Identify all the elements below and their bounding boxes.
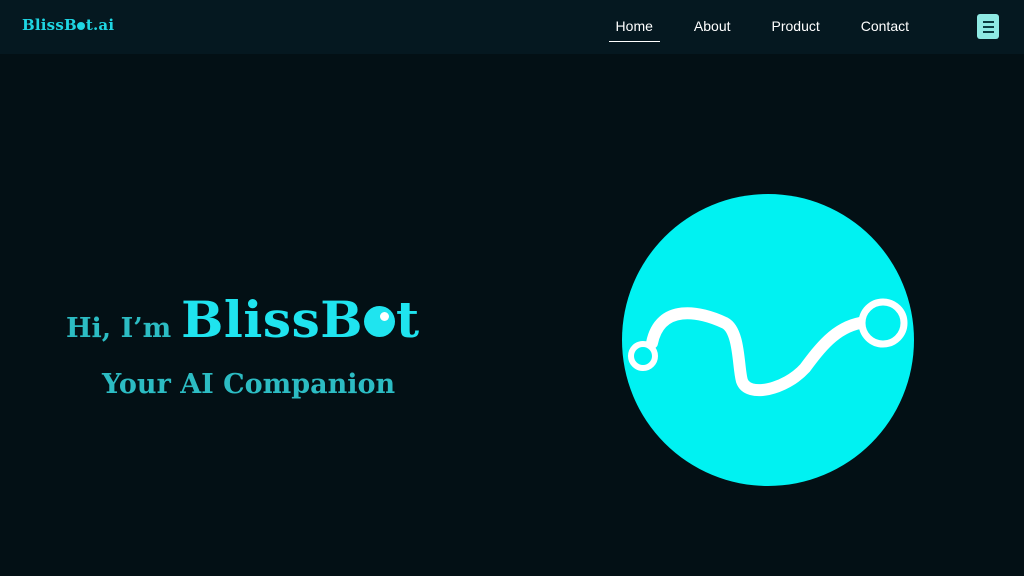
main-nav: Home About Product Contact: [608, 17, 916, 42]
nav-contact[interactable]: Contact: [854, 17, 916, 42]
navbar: BlissB t.ai Home About Product Contact: [0, 0, 1024, 54]
tagline: Your AI Companion: [102, 369, 396, 400]
hamburger-icon: [982, 20, 994, 23]
wave-start-node: [628, 341, 658, 371]
brand-name-end: t: [395, 290, 420, 349]
brand-name: BlissB t: [181, 290, 419, 349]
greeting: Hi, I’m: [66, 313, 172, 344]
hamburger-icon-line: [982, 30, 994, 33]
wave-end-node: [858, 298, 908, 348]
wave-circle-svg: [622, 194, 914, 486]
nav-about[interactable]: About: [687, 17, 738, 42]
brand-name-start: BlissB: [181, 290, 363, 349]
logo-text-end: t.ai: [85, 16, 115, 34]
hero-heading: Hi, I’m BlissB t: [66, 290, 446, 349]
nav-home[interactable]: Home: [608, 17, 660, 42]
menu-button[interactable]: [977, 14, 999, 39]
nav-product[interactable]: Product: [765, 17, 827, 42]
logo-dot-icon: [77, 22, 86, 30]
brand-o-icon: [363, 306, 395, 337]
site-logo[interactable]: BlissB t.ai: [22, 16, 114, 34]
hamburger-icon-line: [982, 25, 994, 28]
hero-text: Hi, I’m BlissB t Your AI Companion: [66, 290, 446, 400]
wave-circle-logo-icon: [620, 193, 916, 489]
logo-text-start: BlissB: [22, 16, 77, 34]
